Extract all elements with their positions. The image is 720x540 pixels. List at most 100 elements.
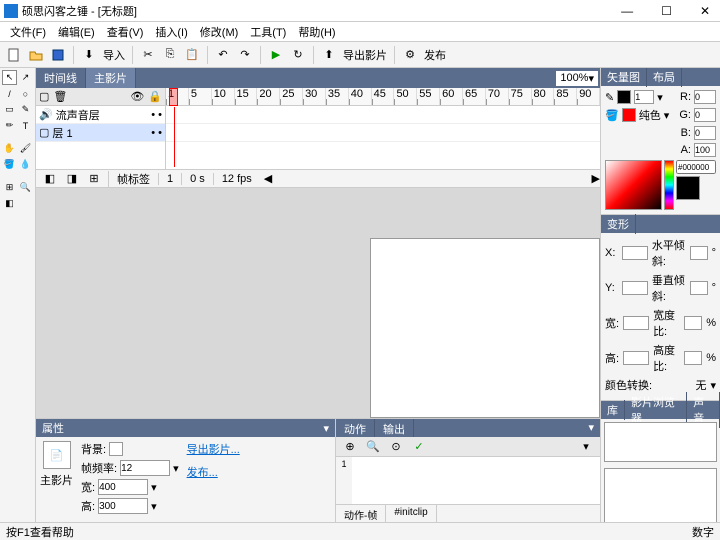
tab-layout[interactable]: 布局 (647, 68, 682, 87)
cut-icon[interactable]: ✂ (138, 45, 158, 65)
paste-icon[interactable]: 📋 (182, 45, 202, 65)
copy-icon[interactable]: ⎘ (160, 45, 180, 65)
line-tool-icon[interactable]: / (2, 86, 17, 101)
height-input[interactable] (98, 498, 148, 514)
stage-area[interactable] (36, 188, 600, 418)
import-icon[interactable]: ⬇ (79, 45, 99, 65)
canvas[interactable] (370, 238, 600, 418)
width-input[interactable] (98, 479, 148, 495)
redo-icon[interactable]: ↷ (235, 45, 255, 65)
hue-slider[interactable] (664, 160, 674, 210)
add-action-icon[interactable]: ⊕ (340, 437, 360, 457)
save-icon[interactable] (48, 45, 68, 65)
tab-timeline[interactable]: 时间线 (36, 68, 86, 88)
subselect-tool-icon[interactable]: ↗ (18, 70, 33, 85)
th-input[interactable] (623, 351, 649, 365)
undo-icon[interactable]: ↶ (213, 45, 233, 65)
target-icon[interactable]: ⊙ (386, 437, 406, 457)
dropper-tool-icon[interactable]: 💧 (18, 157, 33, 172)
eraser-tool-icon[interactable]: ◧ (2, 196, 17, 211)
stroke-width-input[interactable] (634, 90, 654, 104)
zoom-tool-icon[interactable]: 🔍 (18, 180, 33, 195)
zoom-value[interactable]: 100% (560, 72, 588, 84)
menu-insert[interactable]: 插入(I) (149, 24, 193, 40)
menu-view[interactable]: 查看(V) (101, 24, 150, 40)
tab-output[interactable]: 输出 (375, 419, 414, 437)
bg-swatch[interactable] (109, 442, 123, 456)
x-input[interactable] (622, 246, 648, 260)
b-input[interactable] (694, 126, 716, 140)
frames-layer1[interactable] (166, 124, 600, 142)
text-tool-icon[interactable]: T (18, 118, 33, 133)
tw-input[interactable] (623, 316, 649, 330)
tab-main-movie[interactable]: 主影片 (86, 68, 136, 88)
publish-label[interactable]: 发布 (422, 47, 448, 63)
vskew-input[interactable] (690, 281, 708, 295)
oval-tool-icon[interactable]: ○ (18, 86, 33, 101)
ftab-initclip[interactable]: #initclip (386, 505, 436, 522)
menu-help[interactable]: 帮助(H) (292, 24, 341, 40)
onion3-icon[interactable]: ⊞ (84, 169, 104, 189)
publish-link[interactable]: 发布... (187, 464, 240, 480)
fps-input[interactable] (120, 460, 170, 476)
find-action-icon[interactable]: 🔍 (363, 437, 383, 457)
refresh-icon[interactable]: ↻ (288, 45, 308, 65)
frames-sound[interactable] (166, 106, 600, 124)
select-tool-icon[interactable]: ↖ (2, 70, 17, 85)
new-icon[interactable] (4, 45, 24, 65)
tab-library[interactable]: 库 (601, 400, 625, 420)
minimize-button[interactable]: — (615, 4, 639, 18)
playhead[interactable] (169, 88, 178, 106)
open-icon[interactable] (26, 45, 46, 65)
maximize-button[interactable]: ☐ (655, 4, 678, 18)
export-label[interactable]: 导出影片 (341, 47, 389, 63)
stroke-swatch[interactable] (617, 90, 631, 104)
tab-actions[interactable]: 动作 (336, 419, 375, 437)
hex-input[interactable] (676, 160, 716, 174)
bucket-tool-icon[interactable]: 🪣 (2, 157, 17, 172)
check-icon[interactable]: ✓ (409, 437, 429, 457)
publish-icon[interactable]: ⚙ (400, 45, 420, 65)
script-editor[interactable] (352, 457, 600, 504)
menu-tools[interactable]: 工具(T) (244, 24, 292, 40)
export-link[interactable]: 导出影片... (187, 441, 240, 457)
hratio-input[interactable] (684, 351, 702, 365)
layer-1[interactable]: ▢层 1•• (36, 124, 165, 142)
rect-tool-icon[interactable]: ▭ (2, 102, 17, 117)
library-panel: 库影片浏览器声音 ▢📁ⓘ🗑 (601, 401, 720, 522)
wratio-input[interactable] (684, 316, 702, 330)
delete-layer-icon[interactable]: 🗑 (53, 90, 67, 103)
menu-modify[interactable]: 修改(M) (194, 24, 245, 40)
add-layer-icon[interactable]: ▢ (39, 90, 49, 103)
library-list[interactable] (604, 468, 717, 522)
hand-tool-icon[interactable]: ✋ (2, 141, 17, 156)
onion-icon[interactable]: ◧ (40, 169, 60, 189)
colortf-select[interactable]: 无 (695, 377, 706, 393)
layer-sound[interactable]: 🔊流声音层•• (36, 106, 165, 124)
tools-panel: ↖↗ /○ ▭✎ ✏T ✋🖌 🪣💧 ⊞🔍 ◧ (0, 68, 36, 522)
transform-tool-icon[interactable]: ⊞ (2, 180, 17, 195)
a-input[interactable] (694, 143, 716, 157)
timeline-ruler[interactable]: 151015202530354045505560657075808590 (166, 88, 600, 106)
fill-swatch[interactable] (622, 108, 636, 122)
fill-type[interactable]: 纯色 (639, 107, 661, 123)
tab-vector[interactable]: 矢量图 (601, 68, 647, 87)
expand-icon[interactable]: ▾ (576, 437, 596, 457)
r-input[interactable] (694, 90, 716, 104)
brush-tool-icon[interactable]: 🖌 (18, 141, 33, 156)
close-button[interactable]: ✕ (694, 4, 716, 18)
transform-title: 变形 (601, 214, 636, 234)
export-icon[interactable]: ⬆ (319, 45, 339, 65)
ftab-frame[interactable]: 动作-帧 (336, 505, 386, 522)
color-picker[interactable] (605, 160, 662, 210)
pen-tool-icon[interactable]: ✎ (18, 102, 33, 117)
menu-file[interactable]: 文件(F) (4, 24, 52, 40)
pencil-tool-icon[interactable]: ✏ (2, 118, 17, 133)
import-label[interactable]: 导入 (101, 47, 127, 63)
onion2-icon[interactable]: ◨ (62, 169, 82, 189)
y-input[interactable] (622, 281, 648, 295)
hskew-input[interactable] (690, 246, 708, 260)
menu-edit[interactable]: 编辑(E) (52, 24, 101, 40)
play-icon[interactable]: ▶ (266, 45, 286, 65)
g-input[interactable] (694, 108, 716, 122)
